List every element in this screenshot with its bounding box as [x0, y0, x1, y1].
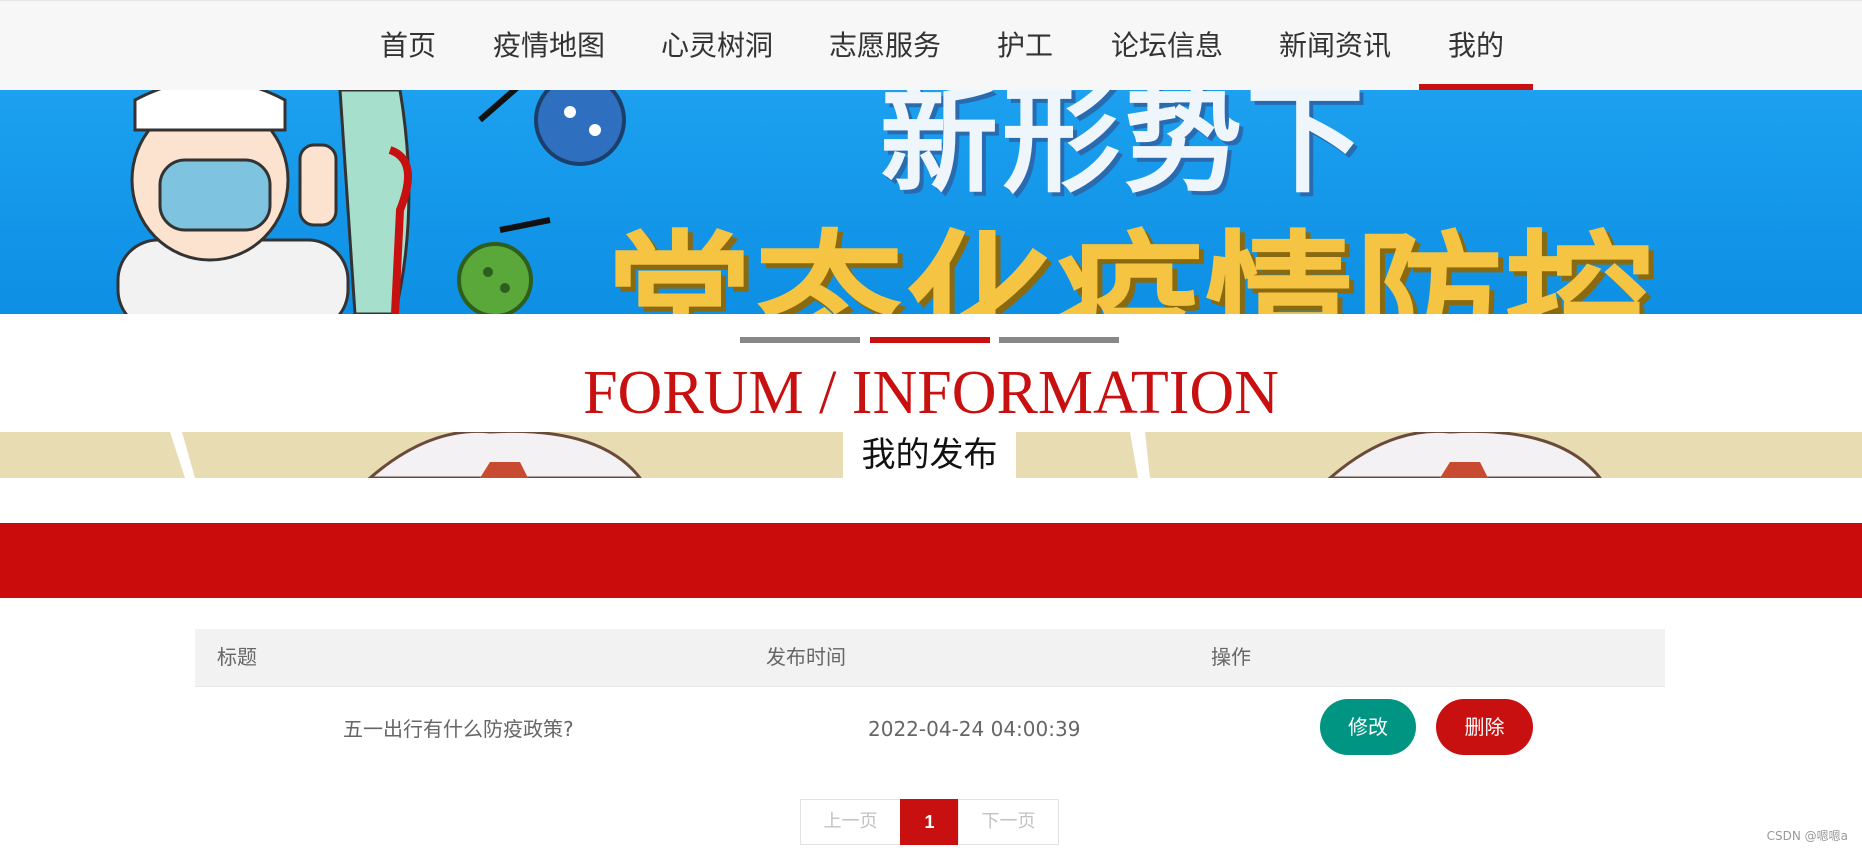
banner-headline-main: 常态化疫情防控: [605, 217, 1655, 314]
red-divider-band: [0, 523, 1862, 598]
my-posts-table: 标题 发布时间 操作 五一出行有什么防疫政策? 2022-04-24 04:00…: [195, 629, 1665, 772]
edit-button[interactable]: 修改: [1320, 699, 1416, 755]
carousel-dot-3[interactable]: [999, 337, 1119, 343]
section-title: FORUM / INFORMATION: [583, 359, 1279, 427]
watermark-text: CSDN @嗯嗯a: [1766, 829, 1848, 843]
section-subtitle: 我的发布: [843, 430, 1016, 478]
nav-item-caregiver[interactable]: 护工: [992, 1, 1058, 90]
nav-item-epidemic-map[interactable]: 疫情地图: [488, 1, 610, 90]
prev-page-button[interactable]: 上一页: [800, 799, 901, 845]
nav-item-heart-tree-hole[interactable]: 心灵树洞: [656, 1, 778, 90]
nav-item-volunteer-service[interactable]: 志愿服务: [824, 1, 946, 90]
column-header-title: 标题: [217, 645, 257, 669]
column-header-publish-time: 发布时间: [766, 645, 846, 669]
post-time-cell: 2022-04-24 04:00:39: [868, 717, 1081, 741]
column-header-actions: 操作: [1211, 645, 1251, 669]
table-row: 五一出行有什么防疫政策? 2022-04-24 04:00:39 修改 删除: [195, 687, 1665, 772]
page-1-button[interactable]: 1: [900, 799, 959, 845]
post-title-cell[interactable]: 五一出行有什么防疫政策?: [343, 687, 574, 772]
top-nav: 首页 疫情地图 心灵树洞 志愿服务 护工 论坛信息 新闻资讯 我的: [0, 0, 1862, 90]
next-page-button[interactable]: 下一页: [958, 799, 1059, 845]
carousel-dot-2[interactable]: [870, 337, 990, 343]
nav-list: 首页 疫情地图 心灵树洞 志愿服务 护工 论坛信息 新闻资讯 我的: [0, 1, 1862, 90]
delete-button[interactable]: 删除: [1436, 699, 1533, 755]
nav-item-home[interactable]: 首页: [370, 1, 446, 90]
carousel-indicators: [740, 337, 1120, 343]
nav-item-forum[interactable]: 论坛信息: [1106, 1, 1228, 90]
nav-item-mine[interactable]: 我的: [1419, 1, 1533, 90]
banner-slide[interactable]: 新形势下 常态化疫情防控: [0, 90, 1862, 314]
table-header: 标题 发布时间 操作: [195, 629, 1665, 687]
nav-item-news[interactable]: 新闻资讯: [1274, 1, 1396, 90]
carousel-dot-1[interactable]: [740, 337, 860, 343]
